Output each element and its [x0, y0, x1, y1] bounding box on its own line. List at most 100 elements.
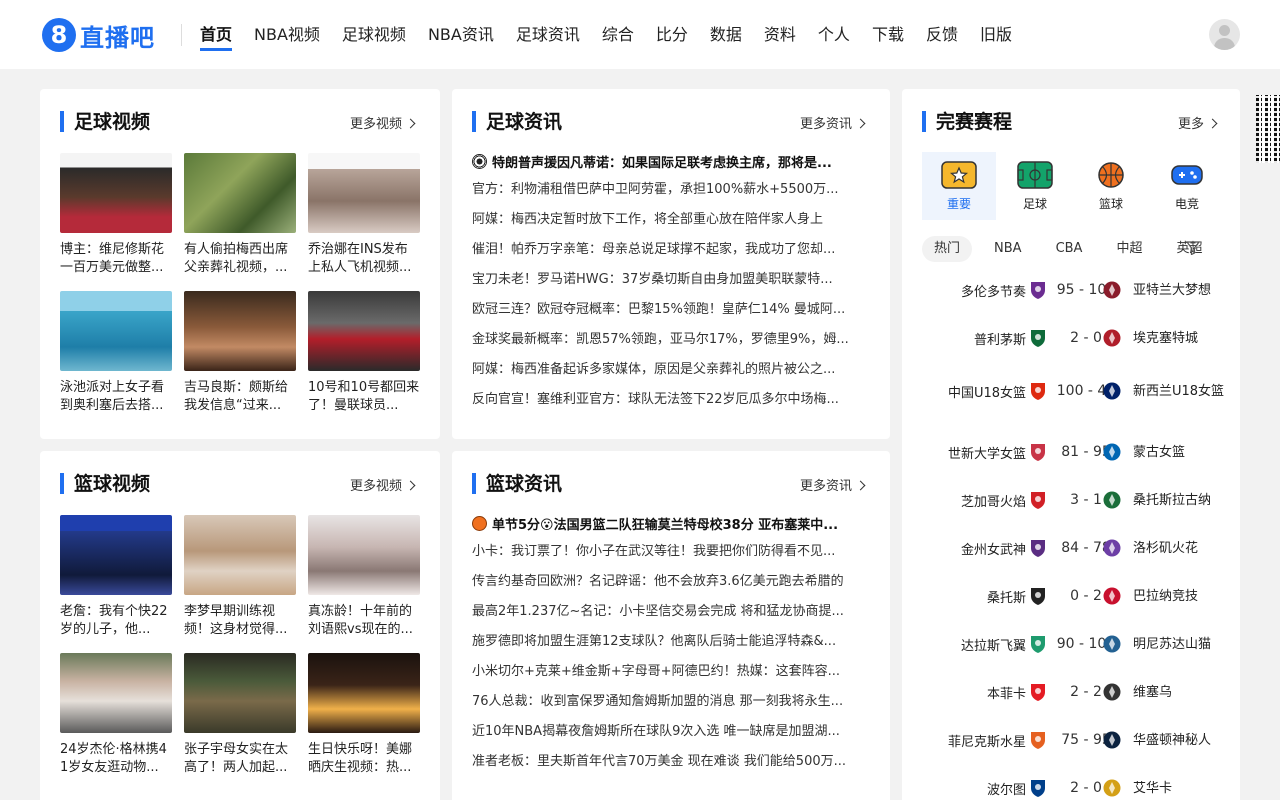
- video-caption[interactable]: 吉马良斯：颇斯给我发信息“过来...: [184, 379, 296, 415]
- nav-item-2[interactable]: 足球视频: [342, 0, 406, 69]
- match-row[interactable]: 本菲卡 2 - 2 维塞乌: [902, 668, 1240, 716]
- match-row[interactable]: 多伦多节奏 95 - 107 亚特兰大梦想: [902, 266, 1240, 314]
- video-item[interactable]: 有人偷拍梅西出席父亲葬礼视频，...: [184, 153, 296, 277]
- video-caption[interactable]: 李梦早期训练视频！这身材觉得...: [184, 603, 296, 639]
- video-item[interactable]: 泳池派对上女子看到奥利塞后去搭...: [60, 291, 172, 415]
- video-item[interactable]: 老詹：我有个快22岁的儿子，他...: [60, 515, 172, 639]
- news-item[interactable]: 阿媒：梅西准备起诉多家媒体，原因是父亲葬礼的照片被公之...: [472, 361, 872, 391]
- video-caption[interactable]: 10号和10号都回来了！曼联球员...: [308, 379, 420, 415]
- video-caption[interactable]: 乔治娜在INS发布上私人飞机视频...: [308, 241, 420, 277]
- more-videos-link[interactable]: 更多视频: [350, 113, 416, 132]
- video-caption[interactable]: 有人偷拍梅西出席父亲葬礼视频，...: [184, 241, 296, 277]
- news-item[interactable]: 小米切尔+克莱+维金斯+字母哥+阿德巴约！热媒：这套阵容...: [472, 663, 872, 693]
- nav-item-11[interactable]: 反馈: [926, 0, 958, 69]
- video-item[interactable]: 24岁杰伦·格林携41岁女友逛动物...: [60, 653, 172, 777]
- qr-code-overlay: [1256, 95, 1280, 163]
- news-item[interactable]: 最高2年1.237亿~名记：小卡坚信交易会完成 将和猛龙协商提...: [472, 603, 872, 633]
- video-item[interactable]: 10号和10号都回来了！曼联球员...: [308, 291, 420, 415]
- news-item[interactable]: 催泪！帕乔万字亲笔：母亲总说足球撑不起家，我成功了您却...: [472, 241, 872, 271]
- main-nav: 首页 NBA视频 足球视频 NBA资讯 足球资讯 综合 比分 数据 资料 个人 下载 反馈 旧版: [200, 0, 1034, 69]
- match-row[interactable]: 金州女武神 84 - 78 洛杉矶火花: [902, 524, 1240, 572]
- video-caption[interactable]: 老詹：我有个快22岁的儿子，他...: [60, 603, 172, 639]
- news-item[interactable]: 阿媒：梅西决定暂时放下工作，将全部重心放在陪伴家人身上: [472, 211, 872, 241]
- nav-item-6[interactable]: 比分: [656, 0, 688, 69]
- filter-tab-1[interactable]: NBA: [982, 236, 1034, 262]
- match-row[interactable]: 桑托斯 0 - 2 巴拉纳竞技: [902, 572, 1240, 620]
- filter-tab-2[interactable]: CBA: [1044, 236, 1095, 262]
- video-item[interactable]: 生日快乐呀！美娜晒庆生视频：热...: [308, 653, 420, 777]
- category-tab-0[interactable]: 重要: [922, 152, 996, 220]
- lead-text: 单节5分😮法国男篮二队狂输莫兰特母校38分 亚布塞莱中...: [492, 518, 839, 533]
- category-tab-1[interactable]: 足球: [998, 152, 1072, 220]
- news-item[interactable]: 近10年NBA揭幕夜詹姆斯所在球队9次入选 唯一缺席是加盟湖...: [472, 723, 872, 753]
- video-caption[interactable]: 泳池派对上女子看到奥利塞后去搭...: [60, 379, 172, 415]
- video-item[interactable]: 李梦早期训练视频！这身材觉得...: [184, 515, 296, 639]
- video-caption[interactable]: 张子宇母女实在太高了！两人加起...: [184, 741, 296, 777]
- match-row[interactable]: 世新大学女篮 81 - 95 蒙古女篮: [902, 428, 1240, 476]
- nav-item-3[interactable]: NBA资讯: [428, 0, 494, 69]
- video-item[interactable]: 真冻龄！十年前的刘语熙vs现在的...: [308, 515, 420, 639]
- video-item[interactable]: 张子宇母女实在太高了！两人加起...: [184, 653, 296, 777]
- video-caption[interactable]: 真冻龄！十年前的刘语熙vs现在的...: [308, 603, 420, 639]
- filter-tab-0[interactable]: 热门: [922, 236, 973, 262]
- couple-thumb[interactable]: [60, 653, 172, 733]
- match-row[interactable]: 中国U18女篮 100 - 44 新西兰U18女篮: [902, 362, 1240, 420]
- news-item[interactable]: 小卡：我订票了！你小子在武汉等往！我要把你们防得看不见...: [472, 543, 872, 573]
- lead-headline[interactable]: 单节5分😮法国男篮二队狂输莫兰特母校38分 亚布塞莱中...: [472, 514, 872, 533]
- more-videos-link[interactable]: 更多视频: [350, 475, 416, 494]
- match-row[interactable]: 普利茅斯 2 - 0 埃克塞特城: [902, 314, 1240, 362]
- video-item[interactable]: 吉马良斯：颇斯给我发信息“过来...: [184, 291, 296, 415]
- nav-item-1[interactable]: NBA视频: [254, 0, 320, 69]
- match-row[interactable]: 达拉斯飞翼 90 - 103 明尼苏达山猫: [902, 620, 1240, 668]
- birthday-thumb[interactable]: [308, 653, 420, 733]
- match-row[interactable]: 波尔图 2 - 0 艾华卡: [902, 764, 1240, 800]
- nav-item-4[interactable]: 足球资讯: [516, 0, 580, 69]
- players-walking-thumb[interactable]: [308, 291, 420, 371]
- nav-item-12[interactable]: 旧版: [980, 0, 1012, 69]
- player-face-thumb[interactable]: [60, 153, 172, 233]
- lead-headline[interactable]: 特朗普声援因凡蒂诺：如果国际足联考虑换主席，那将是...: [472, 152, 872, 171]
- nav-item-10[interactable]: 下载: [872, 0, 904, 69]
- smiling-player-thumb[interactable]: [184, 291, 296, 371]
- social-post-thumb[interactable]: [308, 153, 420, 233]
- portrait-thumb[interactable]: [308, 515, 420, 595]
- user-avatar[interactable]: [1209, 19, 1240, 50]
- training-thumb[interactable]: [184, 515, 296, 595]
- news-item[interactable]: 传言约基奇回欧洲？名记辟谣：他不会放弃3.6亿美元跑去希腊的: [472, 573, 872, 603]
- basketball-video-card: 篮球视频 更多视频 老詹：我有个快22岁的儿子，他... 李梦早期训练视频！这身材…: [40, 451, 440, 800]
- news-item[interactable]: 金球奖最新概率：凯恩57%领跑，亚马尔17%，罗德里9%，姆...: [472, 331, 872, 361]
- mother-daughter-thumb[interactable]: [184, 653, 296, 733]
- match-row[interactable]: 芝加哥火焰 3 - 1 桑托斯拉古纳: [902, 476, 1240, 524]
- site-logo[interactable]: 8 直播吧: [42, 18, 155, 52]
- news-item[interactable]: 官方：利物浦租借巴萨中卫阿劳霍，承担100%薪水+5500万...: [472, 181, 872, 211]
- news-item[interactable]: 准者老板：里夫斯首年代言70万美金 现在难谈 我们能给500万...: [472, 753, 872, 783]
- more-news-link[interactable]: 更多资讯: [800, 475, 866, 494]
- news-item[interactable]: 欧冠三连？欧冠夺冠概率：巴黎15%领跑！皇萨仁14% 曼城阿...: [472, 301, 872, 331]
- news-item[interactable]: 宝刀未老！罗马诺HWG：37岁桑切斯自由身加盟美职联蒙特...: [472, 271, 872, 301]
- pool-party-thumb[interactable]: [60, 291, 172, 371]
- filter-funnel-icon[interactable]: [1186, 241, 1200, 255]
- more-schedule-link[interactable]: 更多: [1178, 113, 1218, 132]
- news-item[interactable]: 施罗德即将加盟生涯第12支球队？他离队后骑士能追浮特森&...: [472, 633, 872, 663]
- nav-item-9[interactable]: 个人: [818, 0, 850, 69]
- news-item[interactable]: 76人总裁：收到富保罗通知詹姆斯加盟的消息 那一刻我将永生...: [472, 693, 872, 723]
- video-item[interactable]: 博主：维尼修斯花一百万美元做整...: [60, 153, 172, 277]
- category-tab-2[interactable]: 篮球: [1074, 152, 1148, 220]
- more-news-link[interactable]: 更多资讯: [800, 113, 866, 132]
- category-tab-3[interactable]: 电竞: [1150, 152, 1224, 220]
- video-item[interactable]: 乔治娜在INS发布上私人飞机视频...: [308, 153, 420, 277]
- garden-thumb[interactable]: [184, 153, 296, 233]
- nav-item-0[interactable]: 首页: [200, 0, 233, 69]
- video-caption[interactable]: 生日快乐呀！美娜晒庆生视频：热...: [308, 741, 420, 777]
- chevron-right-icon: [855, 480, 866, 491]
- nav-item-8[interactable]: 资料: [764, 0, 796, 69]
- video-caption[interactable]: 24岁杰伦·格林携41岁女友逛动物...: [60, 741, 172, 777]
- nav-item-5[interactable]: 综合: [602, 0, 634, 69]
- match-row[interactable]: 菲尼克斯水星 75 - 95 华盛顿神秘人: [902, 716, 1240, 764]
- news-item[interactable]: 反向官宣！塞维利亚官方：球队无法签下22岁厄瓜多尔中场梅...: [472, 391, 872, 421]
- interview-stage-thumb[interactable]: [60, 515, 172, 595]
- video-caption[interactable]: 博主：维尼修斯花一百万美元做整...: [60, 241, 172, 277]
- more-label: 更多: [1178, 117, 1205, 132]
- nav-item-7[interactable]: 数据: [710, 0, 742, 69]
- filter-tab-3[interactable]: 中超: [1104, 236, 1154, 262]
